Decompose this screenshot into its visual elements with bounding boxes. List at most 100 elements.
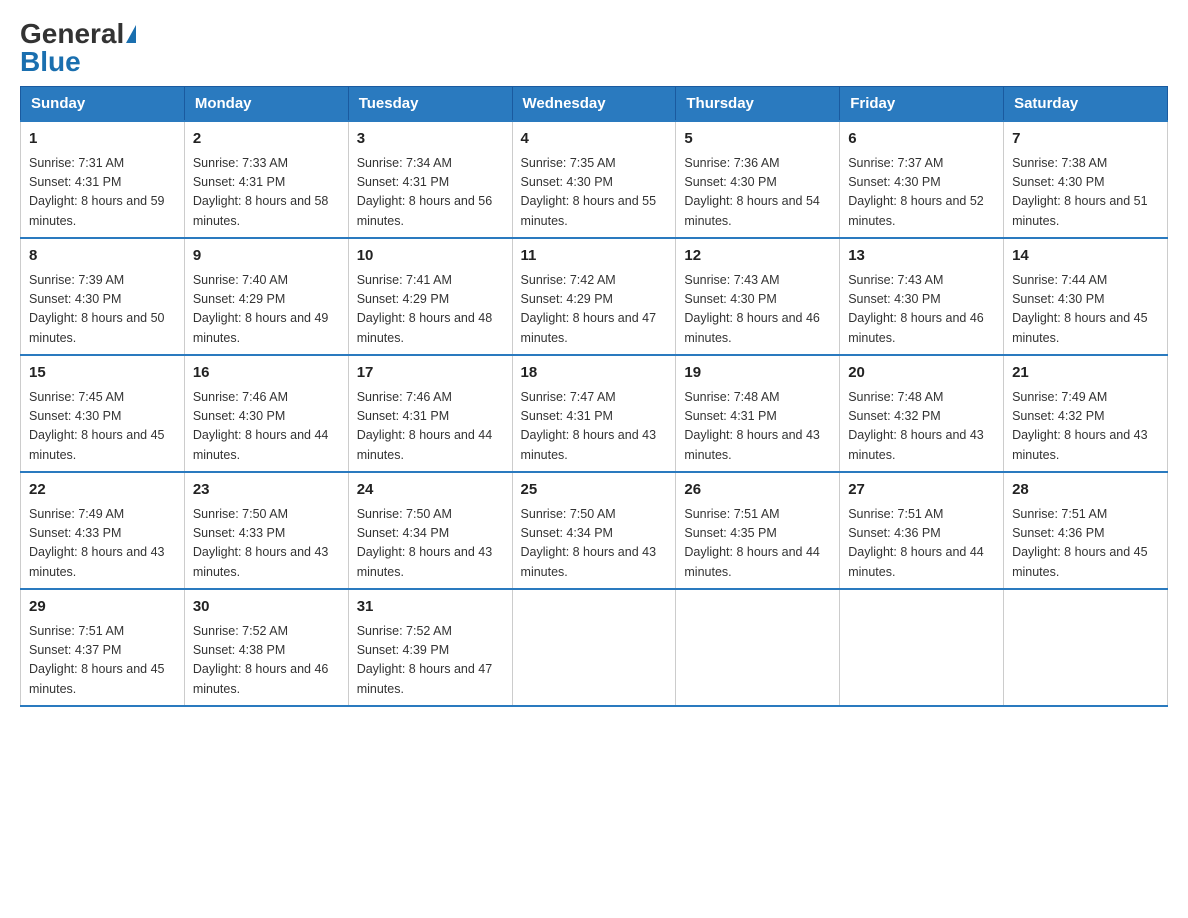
day-info: Sunrise: 7:39 AMSunset: 4:30 PMDaylight:… (29, 273, 165, 345)
calendar-cell: 7 Sunrise: 7:38 AMSunset: 4:30 PMDaylight… (1004, 121, 1168, 238)
day-number: 29 (29, 596, 176, 619)
calendar-cell: 24 Sunrise: 7:50 AMSunset: 4:34 PMDayligh… (348, 472, 512, 589)
day-number: 11 (521, 245, 668, 268)
logo-triangle-icon (126, 25, 136, 43)
calendar-cell (840, 589, 1004, 706)
day-info: Sunrise: 7:33 AMSunset: 4:31 PMDaylight:… (193, 156, 329, 228)
calendar-cell: 22Sunrise: 7:49 AMSunset: 4:33 PMDayligh… (21, 472, 185, 589)
calendar-cell: 16 Sunrise: 7:46 AMSunset: 4:30 PMDayligh… (184, 355, 348, 472)
calendar-week-5: 29 Sunrise: 7:51 AMSunset: 4:37 PMDayligh… (21, 589, 1168, 706)
day-info: Sunrise: 7:44 AMSunset: 4:30 PMDaylight:… (1012, 273, 1148, 345)
calendar-cell: 1 Sunrise: 7:31 AMSunset: 4:31 PMDaylight… (21, 121, 185, 238)
day-info: Sunrise: 7:37 AMSunset: 4:30 PMDaylight:… (848, 156, 984, 228)
calendar-cell: 13 Sunrise: 7:43 AMSunset: 4:30 PMDayligh… (840, 238, 1004, 355)
day-number: 6 (848, 128, 995, 151)
day-number: 21 (1012, 362, 1159, 385)
day-info: Sunrise: 7:40 AMSunset: 4:29 PMDaylight:… (193, 273, 329, 345)
day-number: 1 (29, 128, 176, 151)
calendar-cell: 10 Sunrise: 7:41 AMSunset: 4:29 PMDayligh… (348, 238, 512, 355)
calendar-cell: 5 Sunrise: 7:36 AMSunset: 4:30 PMDaylight… (676, 121, 840, 238)
day-number: 27 (848, 479, 995, 502)
day-info: Sunrise: 7:49 AMSunset: 4:32 PMDaylight:… (1012, 390, 1148, 462)
col-header-sunday: Sunday (21, 87, 185, 122)
day-info: Sunrise: 7:46 AMSunset: 4:31 PMDaylight:… (357, 390, 493, 462)
day-number: 24 (357, 479, 504, 502)
day-info: Sunrise: 7:50 AMSunset: 4:34 PMDaylight:… (521, 507, 657, 579)
calendar-cell: 14 Sunrise: 7:44 AMSunset: 4:30 PMDayligh… (1004, 238, 1168, 355)
day-number: 17 (357, 362, 504, 385)
calendar-cell: 31Sunrise: 7:52 AMSunset: 4:39 PMDayligh… (348, 589, 512, 706)
day-number: 18 (521, 362, 668, 385)
col-header-tuesday: Tuesday (348, 87, 512, 122)
day-info: Sunrise: 7:48 AMSunset: 4:32 PMDaylight:… (848, 390, 984, 462)
day-info: Sunrise: 7:50 AMSunset: 4:34 PMDaylight:… (357, 507, 493, 579)
day-info: Sunrise: 7:51 AMSunset: 4:36 PMDaylight:… (848, 507, 984, 579)
day-number: 26 (684, 479, 831, 502)
day-info: Sunrise: 7:51 AMSunset: 4:36 PMDaylight:… (1012, 507, 1148, 579)
day-info: Sunrise: 7:42 AMSunset: 4:29 PMDaylight:… (521, 273, 657, 345)
day-number: 7 (1012, 128, 1159, 151)
calendar-cell: 9 Sunrise: 7:40 AMSunset: 4:29 PMDaylight… (184, 238, 348, 355)
day-info: Sunrise: 7:51 AMSunset: 4:35 PMDaylight:… (684, 507, 820, 579)
day-info: Sunrise: 7:49 AMSunset: 4:33 PMDaylight:… (29, 507, 165, 579)
day-number: 5 (684, 128, 831, 151)
calendar-cell (512, 589, 676, 706)
day-number: 10 (357, 245, 504, 268)
calendar-cell: 8 Sunrise: 7:39 AMSunset: 4:30 PMDaylight… (21, 238, 185, 355)
day-number: 9 (193, 245, 340, 268)
calendar-cell: 25 Sunrise: 7:50 AMSunset: 4:34 PMDayligh… (512, 472, 676, 589)
calendar-cell: 18 Sunrise: 7:47 AMSunset: 4:31 PMDayligh… (512, 355, 676, 472)
calendar-cell: 30 Sunrise: 7:52 AMSunset: 4:38 PMDayligh… (184, 589, 348, 706)
col-header-friday: Friday (840, 87, 1004, 122)
calendar-cell: 12Sunrise: 7:43 AMSunset: 4:30 PMDayligh… (676, 238, 840, 355)
calendar-cell: 28Sunrise: 7:51 AMSunset: 4:36 PMDayligh… (1004, 472, 1168, 589)
day-number: 14 (1012, 245, 1159, 268)
day-number: 2 (193, 128, 340, 151)
day-info: Sunrise: 7:47 AMSunset: 4:31 PMDaylight:… (521, 390, 657, 462)
col-header-saturday: Saturday (1004, 87, 1168, 122)
day-info: Sunrise: 7:52 AMSunset: 4:39 PMDaylight:… (357, 624, 493, 696)
day-info: Sunrise: 7:51 AMSunset: 4:37 PMDaylight:… (29, 624, 165, 696)
calendar-cell: 27 Sunrise: 7:51 AMSunset: 4:36 PMDayligh… (840, 472, 1004, 589)
calendar-cell: 26 Sunrise: 7:51 AMSunset: 4:35 PMDayligh… (676, 472, 840, 589)
calendar-week-1: 1 Sunrise: 7:31 AMSunset: 4:31 PMDaylight… (21, 121, 1168, 238)
calendar-cell: 6 Sunrise: 7:37 AMSunset: 4:30 PMDaylight… (840, 121, 1004, 238)
logo-blue-text: Blue (20, 48, 81, 76)
day-number: 19 (684, 362, 831, 385)
calendar-table: SundayMondayTuesdayWednesdayThursdayFrid… (20, 86, 1168, 707)
calendar-cell: 20Sunrise: 7:48 AMSunset: 4:32 PMDayligh… (840, 355, 1004, 472)
day-number: 13 (848, 245, 995, 268)
day-number: 25 (521, 479, 668, 502)
calendar-cell: 29 Sunrise: 7:51 AMSunset: 4:37 PMDayligh… (21, 589, 185, 706)
day-info: Sunrise: 7:34 AMSunset: 4:31 PMDaylight:… (357, 156, 493, 228)
day-info: Sunrise: 7:38 AMSunset: 4:30 PMDaylight:… (1012, 156, 1148, 228)
day-info: Sunrise: 7:41 AMSunset: 4:29 PMDaylight:… (357, 273, 493, 345)
day-info: Sunrise: 7:50 AMSunset: 4:33 PMDaylight:… (193, 507, 329, 579)
day-info: Sunrise: 7:35 AMSunset: 4:30 PMDaylight:… (521, 156, 657, 228)
day-info: Sunrise: 7:46 AMSunset: 4:30 PMDaylight:… (193, 390, 329, 462)
day-info: Sunrise: 7:48 AMSunset: 4:31 PMDaylight:… (684, 390, 820, 462)
calendar-cell (1004, 589, 1168, 706)
col-header-wednesday: Wednesday (512, 87, 676, 122)
calendar-cell: 21 Sunrise: 7:49 AMSunset: 4:32 PMDayligh… (1004, 355, 1168, 472)
day-info: Sunrise: 7:31 AMSunset: 4:31 PMDaylight:… (29, 156, 165, 228)
day-number: 4 (521, 128, 668, 151)
calendar-cell: 3 Sunrise: 7:34 AMSunset: 4:31 PMDaylight… (348, 121, 512, 238)
day-info: Sunrise: 7:43 AMSunset: 4:30 PMDaylight:… (848, 273, 984, 345)
day-number: 8 (29, 245, 176, 268)
logo: General Blue (20, 20, 136, 76)
calendar-cell: 11 Sunrise: 7:42 AMSunset: 4:29 PMDayligh… (512, 238, 676, 355)
day-number: 30 (193, 596, 340, 619)
calendar-week-3: 15 Sunrise: 7:45 AMSunset: 4:30 PMDayligh… (21, 355, 1168, 472)
col-header-thursday: Thursday (676, 87, 840, 122)
calendar-cell: 15 Sunrise: 7:45 AMSunset: 4:30 PMDayligh… (21, 355, 185, 472)
day-number: 15 (29, 362, 176, 385)
day-info: Sunrise: 7:52 AMSunset: 4:38 PMDaylight:… (193, 624, 329, 696)
day-info: Sunrise: 7:36 AMSunset: 4:30 PMDaylight:… (684, 156, 820, 228)
day-info: Sunrise: 7:45 AMSunset: 4:30 PMDaylight:… (29, 390, 165, 462)
calendar-cell: 19 Sunrise: 7:48 AMSunset: 4:31 PMDayligh… (676, 355, 840, 472)
day-number: 3 (357, 128, 504, 151)
logo-general-text: General (20, 20, 124, 48)
day-number: 16 (193, 362, 340, 385)
calendar-week-4: 22Sunrise: 7:49 AMSunset: 4:33 PMDayligh… (21, 472, 1168, 589)
